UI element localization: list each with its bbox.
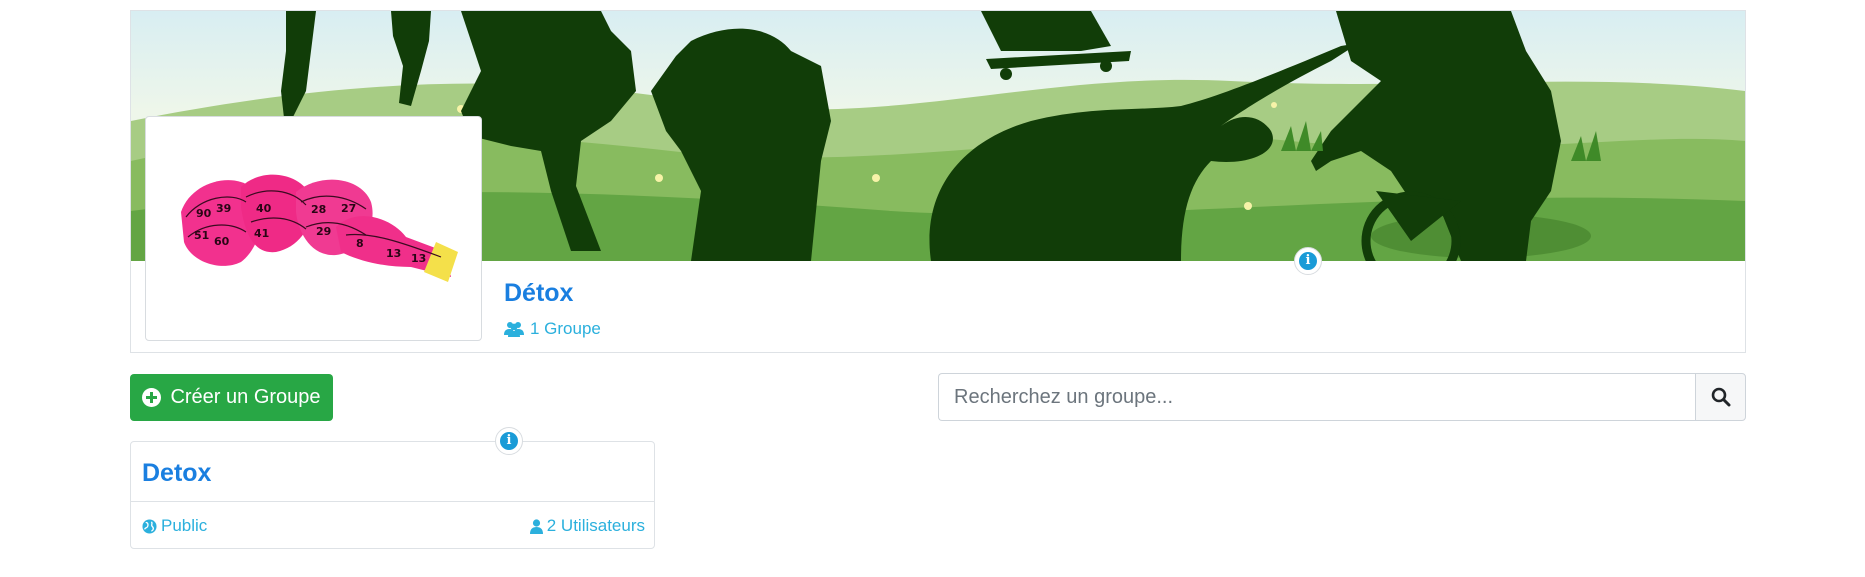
group-users-count: 2 Utilisateurs	[529, 516, 645, 536]
svg-text:13: 13	[386, 247, 401, 260]
svg-text:90: 90	[196, 207, 212, 220]
category-header-card: 90 39 51 60 40 41 28 29 27 8 13 13 i Détox 1 Gro…	[130, 10, 1746, 353]
category-group-count[interactable]: 1 Groupe	[504, 319, 601, 339]
svg-text:13: 13	[411, 252, 426, 265]
group-card: Detox Public 2 Utilisateurs i	[130, 427, 655, 549]
svg-text:29: 29	[316, 225, 331, 238]
group-card-body: Detox Public 2 Utilisateurs	[131, 442, 654, 548]
group-title[interactable]: Detox	[142, 459, 211, 488]
group-visibility: Public	[142, 516, 207, 536]
user-icon	[529, 518, 543, 534]
svg-text:8: 8	[356, 237, 364, 250]
users-count-label: 2 Utilisateurs	[546, 516, 645, 535]
group-info-button[interactable]: i	[495, 427, 523, 455]
card-divider	[131, 501, 654, 502]
users-icon	[504, 322, 524, 337]
category-title[interactable]: Détox	[504, 279, 573, 308]
plus-circle-icon	[142, 388, 162, 407]
group-count-label: 1 Groupe	[530, 319, 601, 338]
svg-text:51: 51	[194, 229, 209, 242]
search-icon	[1711, 387, 1730, 407]
svg-text:41: 41	[254, 227, 269, 240]
globe-icon	[142, 518, 157, 534]
category-info-button[interactable]: i	[1294, 247, 1322, 275]
visibility-label: Public	[161, 516, 208, 535]
create-group-label: Créer un Groupe	[170, 386, 321, 408]
svg-text:39: 39	[216, 202, 231, 215]
search-input[interactable]	[938, 373, 1695, 421]
svg-text:60: 60	[214, 235, 230, 248]
search-button[interactable]	[1695, 373, 1746, 421]
measuring-tape-icon: 90 39 51 60 40 41 28 29 27 8 13 13	[181, 174, 458, 282]
svg-text:27: 27	[341, 202, 356, 215]
info-icon: i	[500, 432, 518, 450]
create-group-button[interactable]: Créer un Groupe	[130, 374, 333, 421]
svg-text:28: 28	[311, 203, 326, 216]
info-icon: i	[1299, 252, 1317, 270]
category-thumbnail: 90 39 51 60 40 41 28 29 27 8 13 13	[145, 116, 482, 341]
svg-text:40: 40	[256, 202, 272, 215]
group-search	[938, 373, 1746, 421]
